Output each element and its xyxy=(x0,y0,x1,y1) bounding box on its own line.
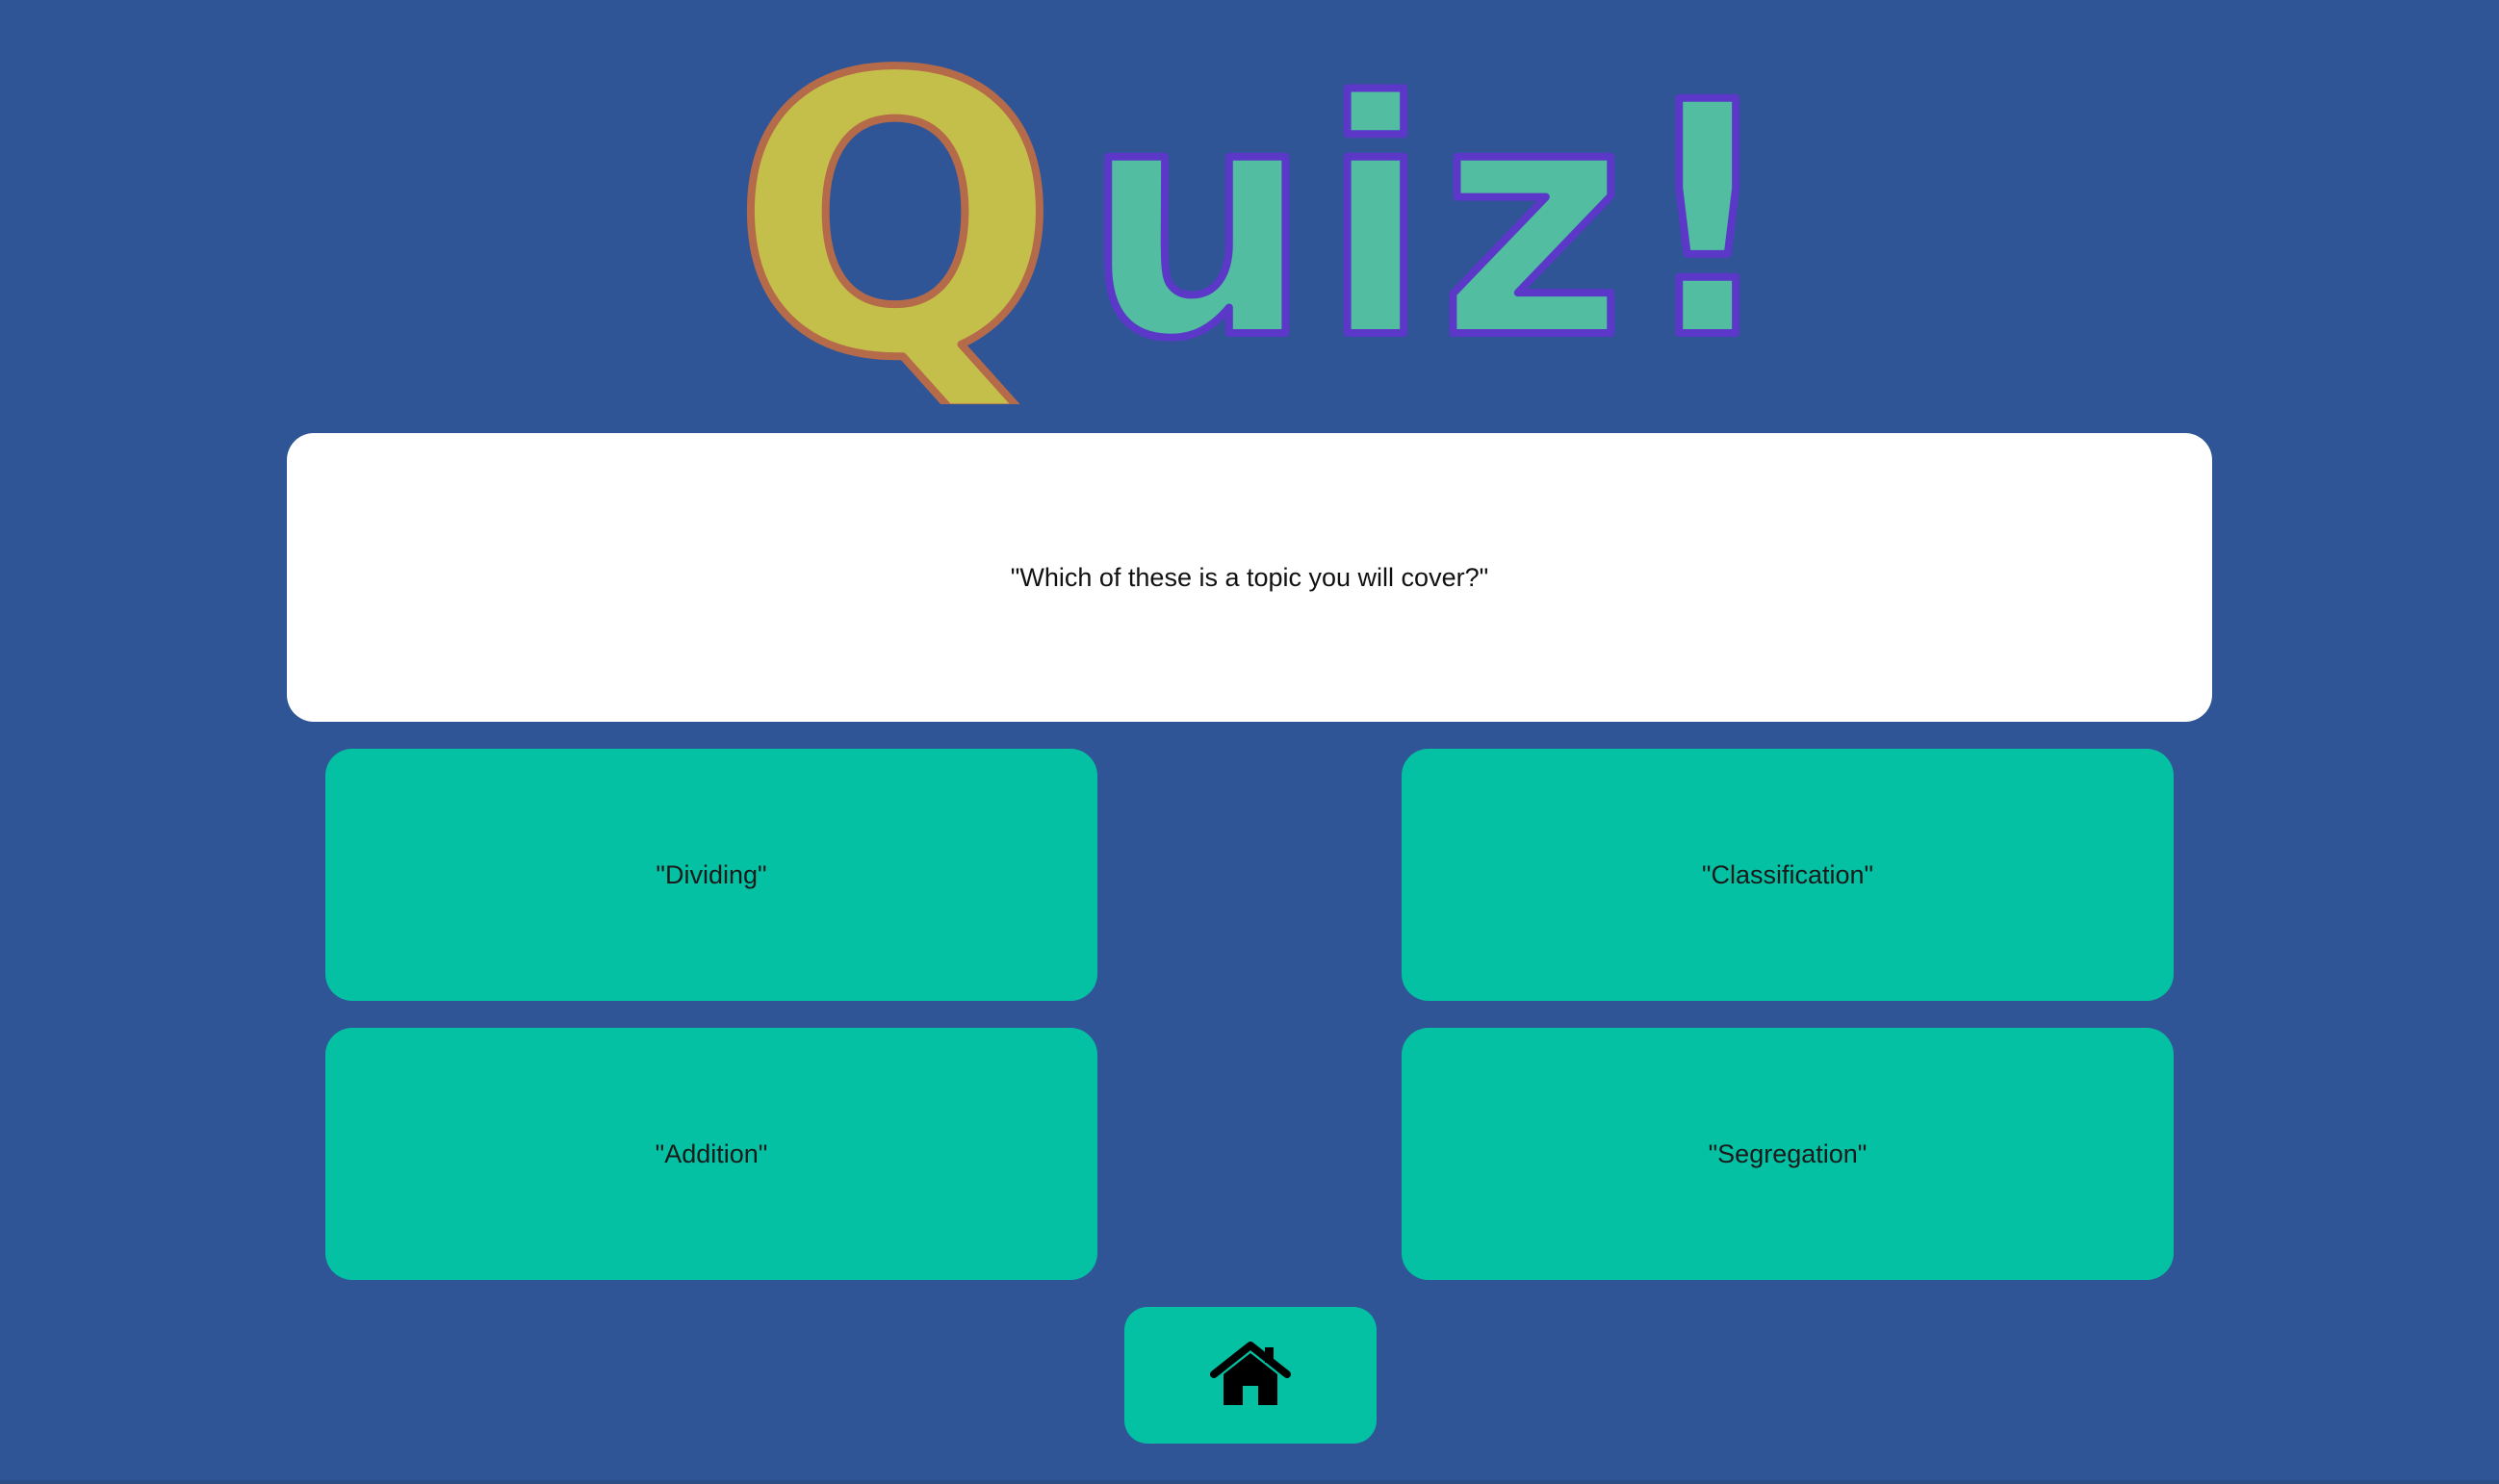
quiz-logo-svg: Q uiz! xyxy=(728,38,1781,404)
quiz-logo-letter-q: Q xyxy=(732,38,1059,404)
bottom-edge-strip xyxy=(0,1480,2499,1484)
answer-label: "Classification" xyxy=(1701,859,1874,889)
quiz-logo: Q uiz! xyxy=(712,38,1781,404)
answer-button-classification[interactable]: "Classification" xyxy=(1402,749,2174,1001)
quiz-logo-letters-rest: uiz! xyxy=(1083,38,1781,404)
answer-button-segregation[interactable]: "Segregation" xyxy=(1402,1028,2174,1280)
answer-label: "Addition" xyxy=(655,1139,768,1168)
home-icon xyxy=(1210,1342,1291,1405)
answer-button-addition[interactable]: "Addition" xyxy=(325,1028,1097,1280)
question-text: "Which of these is a topic you will cove… xyxy=(1010,562,1489,592)
answer-label: "Segregation" xyxy=(1708,1139,1868,1168)
home-button[interactable] xyxy=(1124,1307,1377,1444)
question-card: "Which of these is a topic you will cove… xyxy=(287,433,2212,722)
answer-label: "Dividing" xyxy=(656,859,767,889)
answer-button-dividing[interactable]: "Dividing" xyxy=(325,749,1097,1001)
